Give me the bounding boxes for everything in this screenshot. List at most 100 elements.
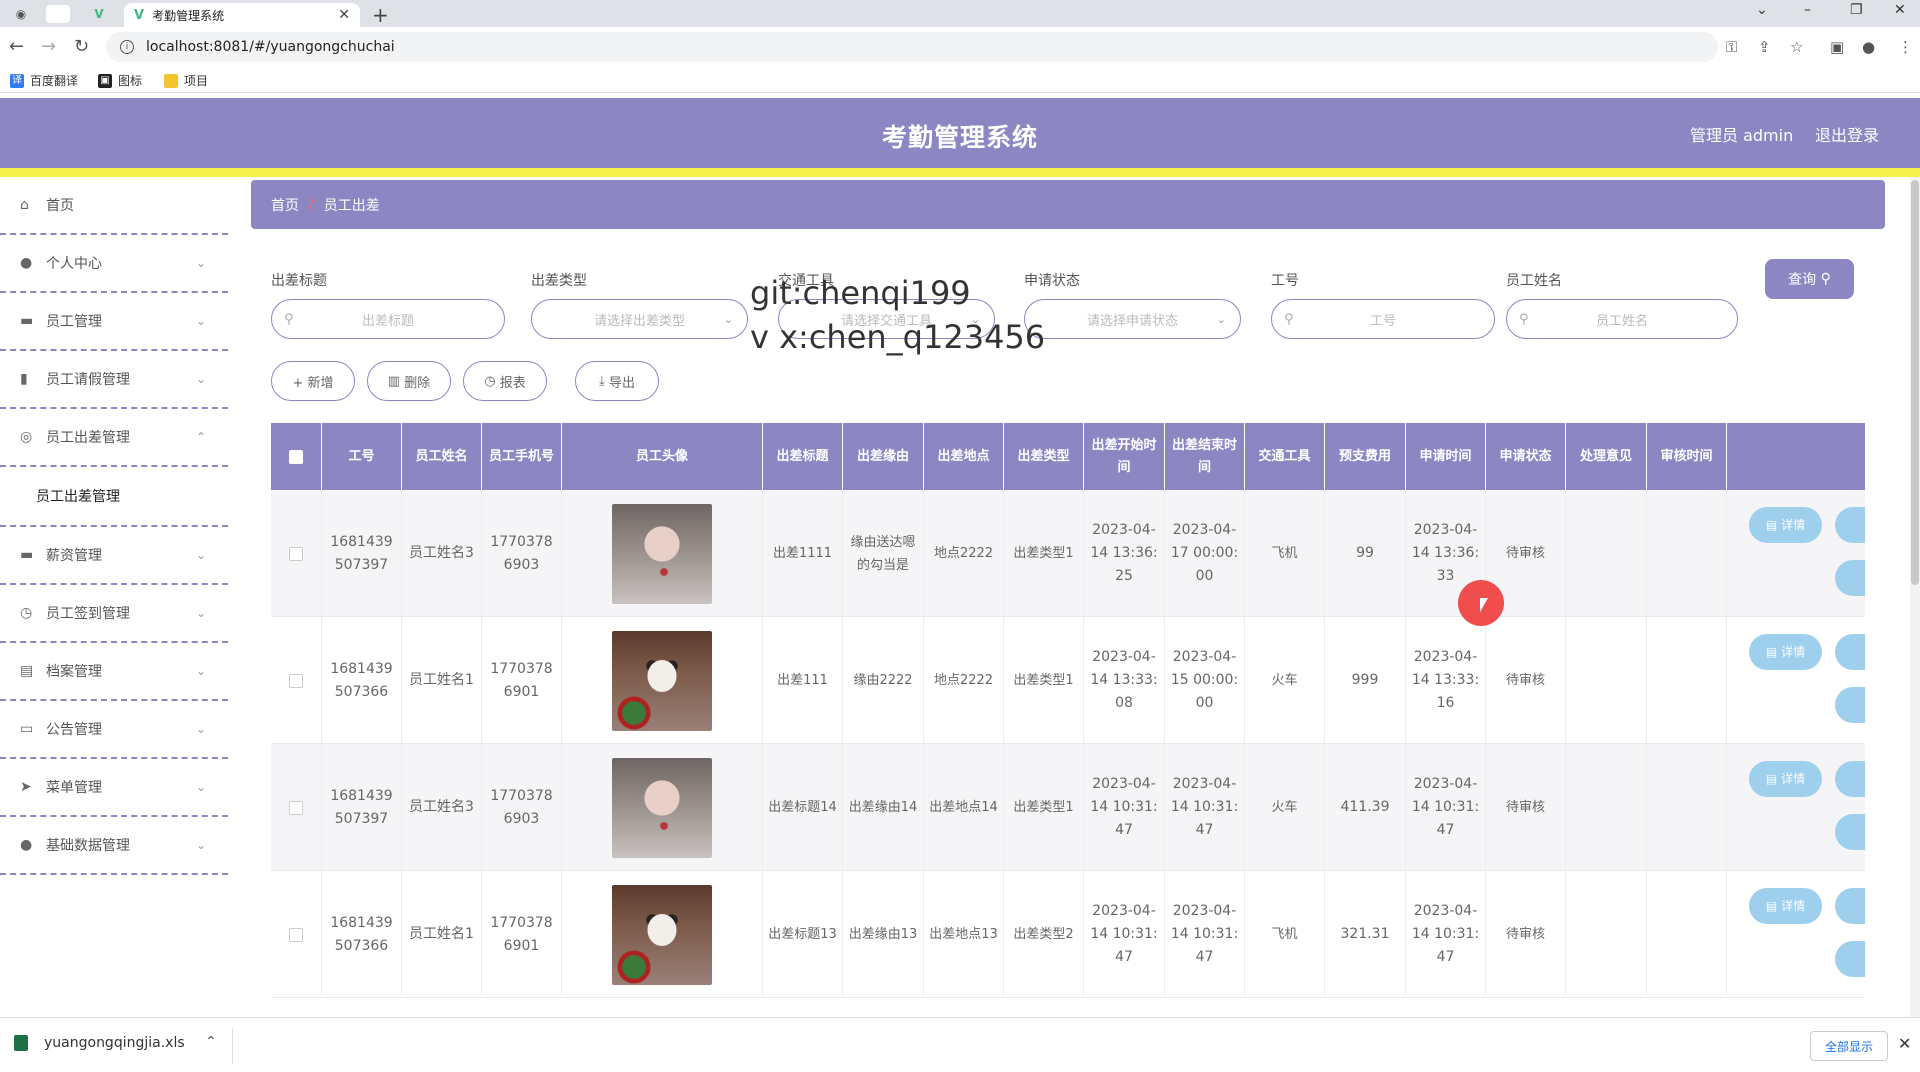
edit-button[interactable] bbox=[1835, 888, 1865, 924]
menu-icon[interactable]: ⋮ bbox=[1898, 38, 1913, 56]
edit-button[interactable] bbox=[1835, 634, 1865, 670]
row-checkbox-cell bbox=[271, 490, 322, 617]
cell-avatar bbox=[562, 617, 763, 744]
document-icon: ▤ bbox=[1765, 644, 1778, 659]
row-checkbox[interactable] bbox=[289, 546, 303, 561]
back-icon[interactable]: ← bbox=[9, 36, 24, 57]
document-icon: ▤ bbox=[1765, 771, 1778, 786]
select-all-checkbox[interactable] bbox=[271, 423, 322, 490]
clock-icon: ◷ bbox=[20, 605, 33, 621]
star-icon[interactable]: ☆ bbox=[1790, 38, 1803, 56]
sidebar-item-employees[interactable]: ▬ 员工管理 ⌄ bbox=[0, 293, 228, 351]
sidebar-item-leave[interactable]: ▮ 员工请假管理 ⌄ bbox=[0, 351, 228, 409]
new-tab-button[interactable]: + bbox=[372, 3, 389, 27]
breadcrumb-home[interactable]: 首页 bbox=[271, 195, 299, 215]
detail-button[interactable]: ▤ 详情 bbox=[1749, 634, 1822, 670]
sidebar-item-salary[interactable]: ▬ 薪资管理 ⌄ bbox=[0, 527, 228, 585]
profile-icon[interactable]: ● bbox=[1862, 38, 1875, 56]
logout-link[interactable]: 退出登录 bbox=[1815, 122, 1879, 146]
delete-row-button[interactable] bbox=[1835, 560, 1865, 596]
chevron-down-icon: ⌄ bbox=[195, 372, 206, 386]
report-button[interactable]: ◷ 报表 bbox=[463, 361, 547, 401]
divider bbox=[232, 1028, 233, 1064]
share-icon[interactable]: ⇪ bbox=[1758, 38, 1771, 56]
forward-icon[interactable]: → bbox=[41, 36, 56, 57]
table-row[interactable]: 1681439507366 员工姓名1 17703786901 出差111 缘由2222… bbox=[271, 617, 1865, 744]
delete-button[interactable]: ▥ 删除 bbox=[367, 361, 451, 401]
sidebar-item-basic-data[interactable]: ● 基础数据管理 ⌄ bbox=[0, 817, 228, 875]
active-tab[interactable]: V 考勤管理系统 ✕ bbox=[124, 3, 360, 27]
minimize-icon[interactable]: – bbox=[1804, 2, 1811, 18]
info-icon[interactable]: i bbox=[120, 40, 134, 54]
detail-button[interactable]: ▤ 详情 bbox=[1749, 507, 1822, 543]
filter-id-input[interactable]: ⚲ 工号 bbox=[1271, 299, 1495, 339]
cell-cost: 999 bbox=[1325, 617, 1406, 744]
sidebar-subitem-business-trip[interactable]: 员工出差管理 bbox=[0, 467, 228, 527]
col-header: 处理意见 bbox=[1566, 423, 1647, 490]
sidebar-item-home[interactable]: ⌂ 首页 bbox=[0, 177, 228, 235]
row-checkbox[interactable] bbox=[289, 673, 303, 688]
avatar[interactable] bbox=[612, 884, 712, 985]
delete-row-button[interactable] bbox=[1835, 941, 1865, 977]
row-checkbox[interactable] bbox=[289, 800, 303, 815]
address-bar-row: ← → ↻ i localhost:8081/#/yuangongchuchai… bbox=[0, 27, 1920, 67]
edit-button[interactable] bbox=[1835, 761, 1865, 797]
filter-status-select[interactable]: 请选择申请状态 ⌄ bbox=[1024, 299, 1241, 339]
page-scrollbar-thumb[interactable] bbox=[1911, 180, 1919, 585]
reload-icon[interactable]: ↻ bbox=[74, 36, 89, 57]
edit-button[interactable] bbox=[1835, 507, 1865, 543]
globe-icon[interactable]: ◉ bbox=[10, 4, 32, 24]
chevron-up-icon[interactable]: ⌃ bbox=[205, 1034, 217, 1050]
download-icon: ⤓ bbox=[599, 373, 605, 389]
bookmark-baidu[interactable]: 译百度翻译 bbox=[10, 72, 78, 89]
bookmark-project[interactable]: 项目 bbox=[164, 72, 208, 89]
close-window-icon[interactable]: ✕ bbox=[1894, 2, 1906, 18]
cell-transport: 火车 bbox=[1245, 617, 1325, 744]
add-button[interactable]: + 新增 bbox=[271, 361, 355, 401]
chevron-down-icon: ⌄ bbox=[1216, 312, 1226, 326]
cell-start: 2023-04-14 13:33:08 bbox=[1084, 617, 1165, 744]
table-row[interactable]: 1681439507397 员工姓名3 17703786903 出差1111 缘由送达嗯… bbox=[271, 490, 1865, 617]
avatar[interactable] bbox=[612, 630, 712, 731]
current-user: 管理员 admin bbox=[1690, 126, 1794, 145]
tab-thumbnail[interactable] bbox=[46, 5, 70, 23]
sidebar-item-archive[interactable]: ▤ 档案管理 ⌄ bbox=[0, 643, 228, 701]
cell-phone: 17703786901 bbox=[482, 871, 562, 998]
avatar[interactable] bbox=[612, 503, 712, 604]
detail-button[interactable]: ▤ 详情 bbox=[1749, 888, 1822, 924]
export-button[interactable]: ⤓ 导出 bbox=[575, 361, 659, 401]
download-item[interactable]: yuangongqingjia.xls bbox=[14, 1035, 185, 1051]
cell-review bbox=[1647, 490, 1727, 617]
sidebar-item-business-trip[interactable]: ◎ 员工出差管理 ⌃ bbox=[0, 409, 228, 467]
avatar[interactable] bbox=[612, 757, 712, 858]
chevron-down-icon: ⌄ bbox=[195, 664, 206, 678]
table-row[interactable]: 1681439507366 员工姓名1 17703786901 出差标题13 出差缘由1… bbox=[271, 871, 1865, 998]
sidebar-item-notice[interactable]: ▭ 公告管理 ⌄ bbox=[0, 701, 228, 759]
restore-icon[interactable]: ❐ bbox=[1850, 2, 1863, 18]
cell-place: 地点2222 bbox=[924, 617, 1004, 744]
filter-name-input[interactable]: ⚲ 员工姓名 bbox=[1506, 299, 1738, 339]
cell-title: 出差111 bbox=[763, 617, 843, 744]
sidebar-item-profile[interactable]: ● 个人中心 ⌄ bbox=[0, 235, 228, 293]
vue-tab-icon[interactable]: V bbox=[88, 4, 110, 24]
close-download-bar-icon[interactable]: ✕ bbox=[1898, 1034, 1911, 1053]
filter-title-input[interactable]: ⚲ 出差标题 bbox=[271, 299, 505, 339]
sidebar-item-menu[interactable]: ➤ 菜单管理 ⌄ bbox=[0, 759, 228, 817]
delete-row-button[interactable] bbox=[1835, 687, 1865, 723]
tab-search-icon[interactable]: ⌄ bbox=[1756, 2, 1768, 18]
detail-button[interactable]: ▤ 详情 bbox=[1749, 761, 1822, 797]
row-checkbox[interactable] bbox=[289, 927, 303, 942]
bookmark-icons[interactable]: ▣ 图标 bbox=[98, 72, 142, 89]
delete-row-button[interactable] bbox=[1835, 814, 1865, 850]
table-row[interactable]: 1681439507397 员工姓名3 17703786903 出差标题14 出差缘由1… bbox=[271, 744, 1865, 871]
show-all-button[interactable]: 全部显示 bbox=[1810, 1031, 1888, 1061]
filter-type-select[interactable]: 请选择出差类型 ⌄ bbox=[531, 299, 748, 339]
key-icon[interactable]: ⚿ bbox=[1726, 38, 1737, 56]
sidebar-item-checkin[interactable]: ◷ 员工签到管理 ⌄ bbox=[0, 585, 228, 643]
cell-actions: ▤ 详情 bbox=[1727, 744, 1865, 871]
url-field[interactable]: i localhost:8081/#/yuangongchuchai bbox=[106, 32, 1718, 62]
col-header: 出差缘由 bbox=[843, 423, 924, 490]
sidepanel-icon[interactable]: ▣ bbox=[1830, 38, 1844, 56]
query-button[interactable]: 查询 ⚲ bbox=[1765, 259, 1854, 299]
close-tab-icon[interactable]: ✕ bbox=[338, 7, 350, 23]
